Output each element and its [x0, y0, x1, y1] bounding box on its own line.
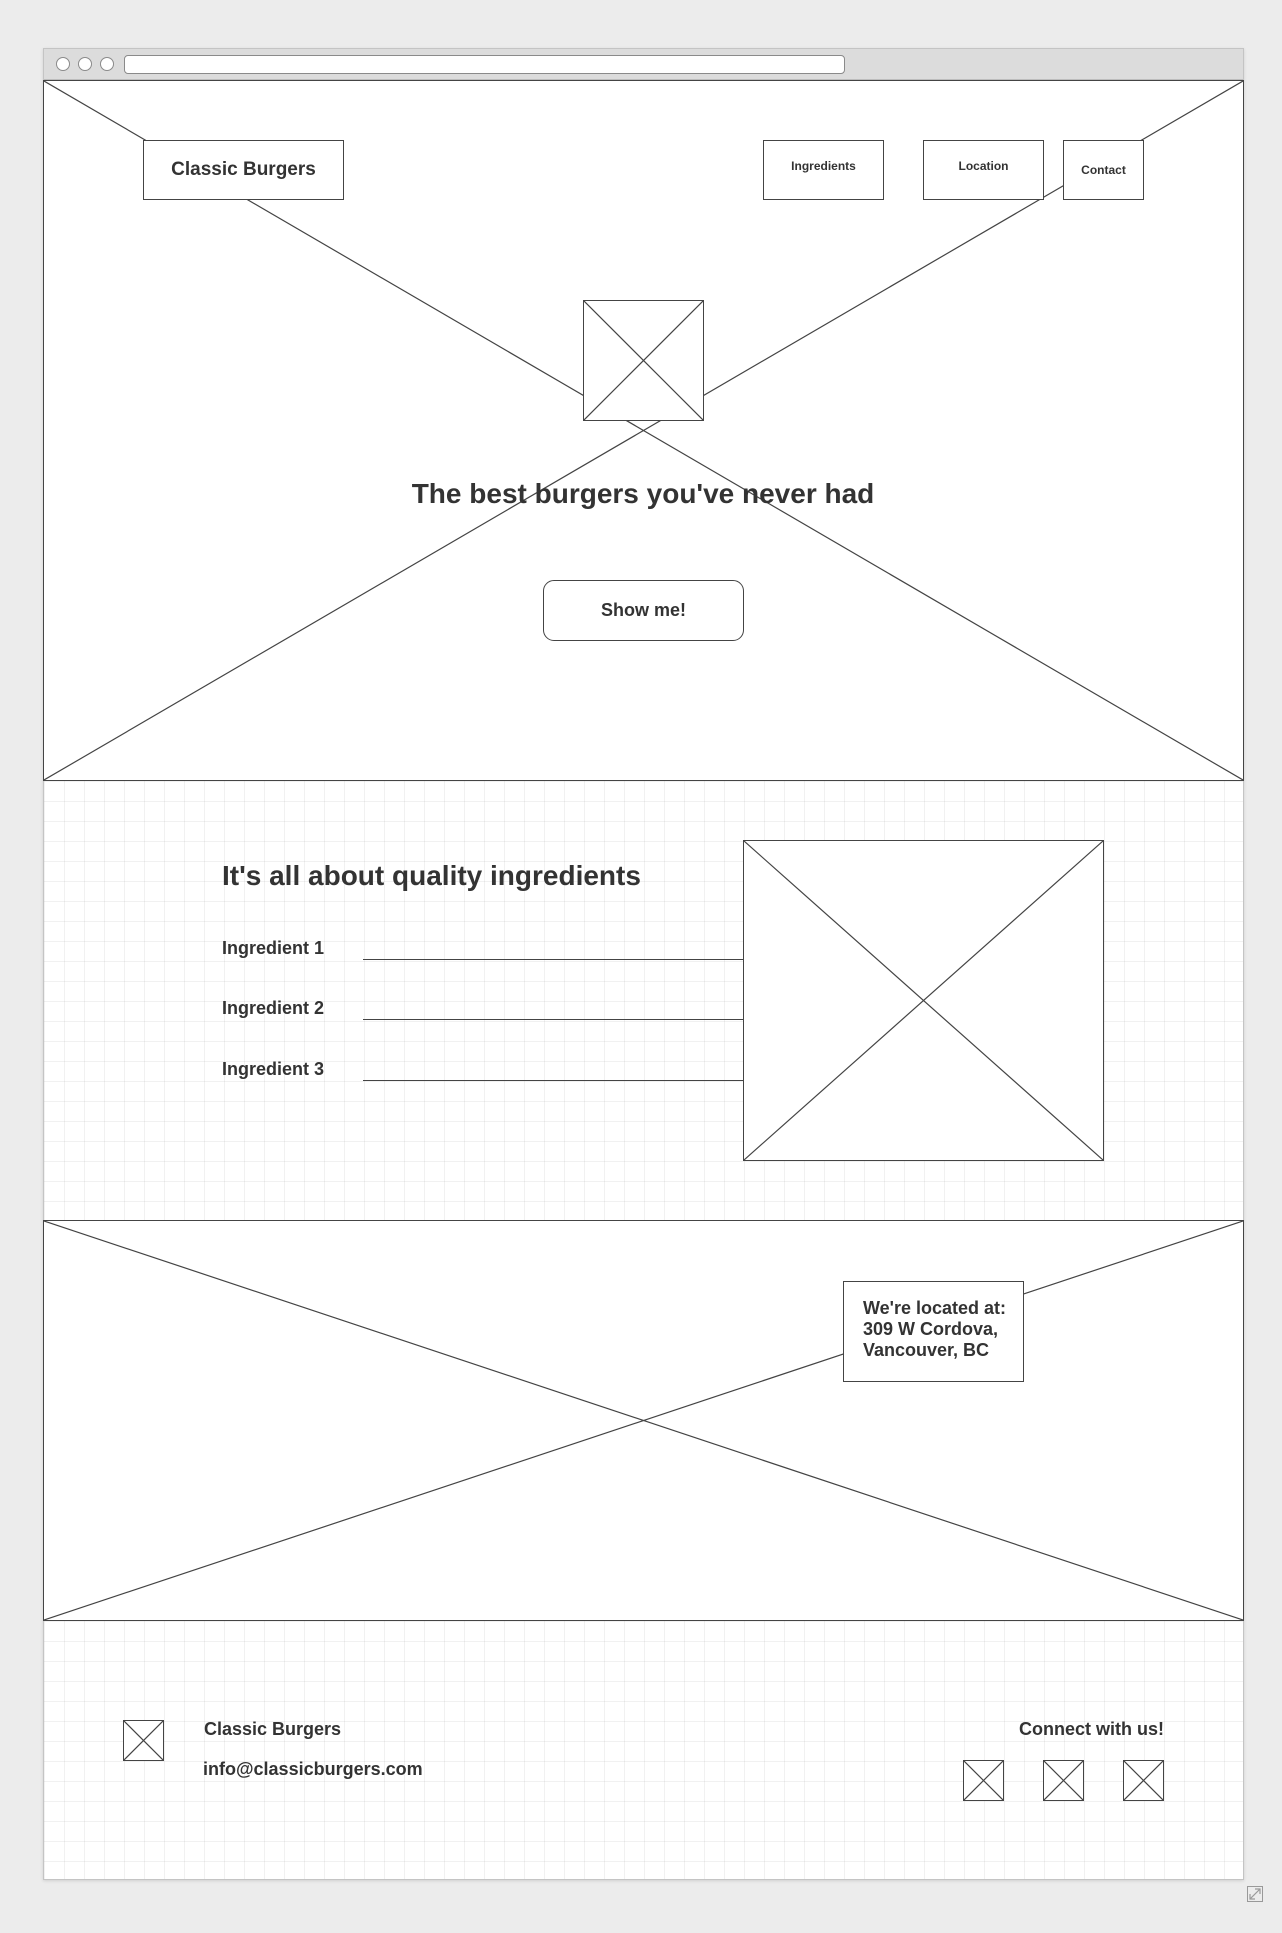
address-bar[interactable] [124, 55, 845, 74]
nav-item-contact[interactable]: Contact [1063, 140, 1144, 200]
ingredient-divider-3 [363, 1080, 784, 1081]
footer-brand: Classic Burgers [204, 1719, 342, 1739]
footer-logo-placeholder [123, 1720, 164, 1761]
image-placeholder-icon [124, 1721, 163, 1760]
nav-item-ingredients[interactable]: Ingredients [763, 140, 884, 200]
show-me-button[interactable]: Show me! [543, 580, 744, 641]
location-line-3: Vancouver, BC [863, 1340, 990, 1360]
image-placeholder-icon [744, 841, 1103, 1160]
nav-item-location[interactable]: Location [923, 140, 1044, 200]
window-close-dot[interactable] [56, 57, 70, 71]
social-icon-1[interactable] [963, 1760, 1004, 1801]
footer [44, 1621, 1243, 1879]
social-icon-3[interactable] [1123, 1760, 1164, 1801]
connect-label: Connect with us! [1019, 1719, 1164, 1739]
ingredient-label-3: Ingredient 3 [222, 1059, 325, 1079]
image-placeholder-icon [584, 301, 703, 420]
location-map-placeholder [43, 1220, 1244, 1621]
ingredients-image-placeholder [743, 840, 1104, 1161]
hero-headline: The best burgers you've never had [411, 478, 875, 509]
brand-logo[interactable]: Classic Burgers [143, 140, 344, 200]
social-icon-2[interactable] [1043, 1760, 1084, 1801]
ingredients-title: It's all about quality ingredients [222, 860, 641, 891]
ingredient-label-1: Ingredient 1 [222, 938, 325, 958]
location-line-1: We're located at: [863, 1298, 1006, 1318]
ingredient-divider-2 [363, 1019, 784, 1020]
location-info-box: We're located at: 309 W Cordova, Vancouv… [843, 1281, 1024, 1382]
image-placeholder-icon [964, 1761, 1003, 1800]
hero-logo-placeholder [583, 300, 704, 421]
map-placeholder-icon [44, 1221, 1243, 1620]
location-line-2: 309 W Cordova, [863, 1319, 999, 1339]
resize-corner-icon[interactable] [1247, 1886, 1263, 1902]
ingredient-divider-1 [363, 959, 784, 960]
ingredient-label-2: Ingredient 2 [222, 998, 325, 1018]
footer-email-link[interactable]: info@classicburgers.com [203, 1759, 503, 1780]
window-minimize-dot[interactable] [78, 57, 92, 71]
image-placeholder-icon [1124, 1761, 1163, 1800]
window-maximize-dot[interactable] [100, 57, 114, 71]
image-placeholder-icon [1044, 1761, 1083, 1800]
